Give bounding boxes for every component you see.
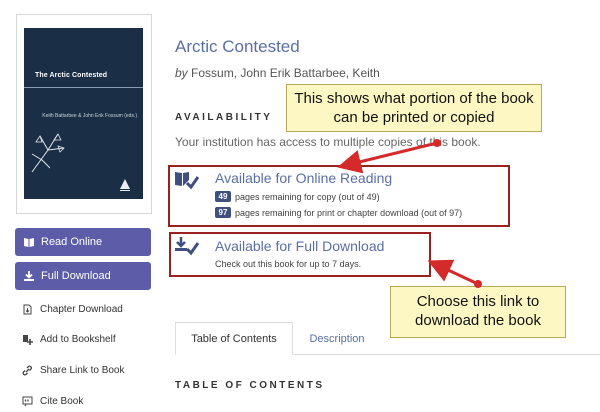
online-reading-icon [175,172,200,190]
copy-pages-text: pages remaining for copy (out of 49) [235,191,380,202]
quote-icon [22,396,33,407]
cover-authors: Keith Battarbee & John Erik Fossum (eds.… [42,113,137,119]
share-link-label: Share Link to Book [40,365,125,376]
full-download-link[interactable]: Available for Full Download [215,238,384,254]
full-download-label: Full Download [41,270,111,282]
link-icon [22,365,32,376]
book-byline: by Fossum, John Erik Battarbee, Keith [175,66,380,80]
cover-title: The Arctic Contested [35,72,108,79]
access-text: Your institution has access to multiple … [175,135,481,149]
availability-heading: AVAILABILITY [175,112,273,123]
callout-download: Choose this link to download the book [390,286,566,338]
full-download-icon [175,237,200,256]
book-cover-frame: The Arctic Contested Keith Battarbee & J… [16,14,152,214]
chapter-download-icon [23,304,32,315]
read-online-button[interactable]: Read Online [15,228,151,256]
full-download-subtext: Check out this book for up to 7 days. [215,259,362,269]
print-pages-row: 97 pages remaining for print or chapter … [215,207,462,218]
print-pages-text: pages remaining for print or chapter dow… [235,207,463,218]
book-title: Arctic Contested [175,37,300,56]
add-to-bookshelf-label: Add to Bookshelf [40,334,116,345]
toc-heading: TABLE OF CONTENTS [175,380,325,391]
chapter-download-link[interactable]: Chapter Download [22,304,123,315]
book-cover: The Arctic Contested Keith Battarbee & J… [24,28,143,199]
leaf-illustration [31,133,65,173]
share-link-to-book-link[interactable]: Share Link to Book [22,365,125,376]
publisher-logo [120,179,130,191]
cover-rule [24,87,143,88]
chapter-download-label: Chapter Download [40,304,123,315]
cite-book-label: Cite Book [40,396,84,407]
copy-pages-row: 49 pages remaining for copy (out of 49) [215,191,380,202]
cite-book-link[interactable]: Cite Book [22,396,83,407]
print-count-badge: 97 [215,207,231,218]
add-to-bookshelf-link[interactable]: Add to Bookshelf [22,334,116,345]
download-icon [24,271,34,281]
book-open-icon [24,238,34,247]
arrow-to-download [427,259,479,286]
copy-count-badge: 49 [215,191,231,202]
byline-prefix: by [175,66,188,80]
bookshelf-icon [23,335,33,345]
callout-print-copy: This shows what portion of the book can … [286,84,542,132]
tab-description[interactable]: Description [296,322,378,355]
tab-table-of-contents[interactable]: Table of Contents [175,322,293,355]
online-reading-link[interactable]: Available for Online Reading [215,170,392,186]
full-download-button[interactable]: Full Download [15,262,151,290]
read-online-label: Read Online [41,236,103,248]
book-authors: Fossum, John Erik Battarbee, Keith [191,66,380,80]
